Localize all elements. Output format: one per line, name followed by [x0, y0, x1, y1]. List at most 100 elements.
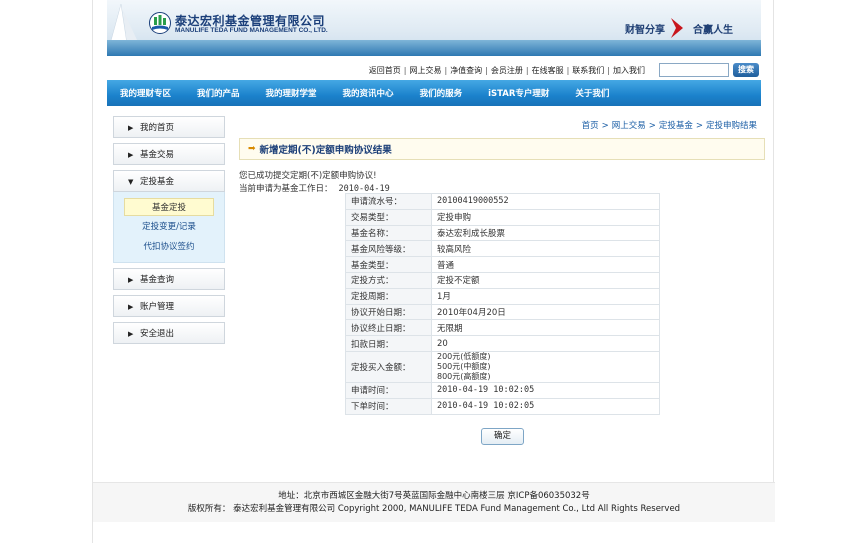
slogan-left: 财智分享	[625, 24, 665, 36]
sidebar-item-home[interactable]: ▶ 我的首页	[113, 116, 225, 138]
arrow-right-icon: ➡	[248, 144, 256, 154]
triangle-right-icon: ▶	[128, 303, 134, 311]
nav-services[interactable]: 我们的服务	[407, 87, 476, 99]
toplink-online-service[interactable]: 在线客服	[532, 66, 564, 75]
banner-wave	[107, 40, 761, 56]
row-key: 基金名称：	[345, 224, 432, 242]
top-links-bar: 返回首页 | 网上交易 | 净值查询 | 会员注册 | 在线客服 | 联系我们 | 加入我们 搜索	[107, 62, 761, 78]
footer: 地址：北京市西城区金融大街7号英蓝国际金融中心南楼三层 京ICP备0603503…	[93, 482, 775, 522]
table-row: 定投方式： 定投不定额	[345, 271, 660, 289]
row-value: 2010年04月20日	[431, 303, 660, 321]
toplink-contact[interactable]: 联系我们	[572, 66, 604, 75]
breadcrumb: 首页 > 网上交易 > 定投基金 > 定投申购结果	[581, 121, 757, 131]
table-row: 协议开始日期： 2010年04月20日	[345, 303, 660, 321]
triangle-right-icon: ▶	[128, 151, 134, 159]
breadcrumb-fixed-investment[interactable]: 定投基金	[659, 121, 693, 131]
triangle-right-icon: ▶	[128, 124, 134, 132]
sidebar-item-account[interactable]: ▶ 账户管理	[113, 295, 225, 317]
sidebar-item-label: 账户管理	[140, 302, 175, 312]
row-key: 定投买入金额：	[345, 350, 432, 383]
row-value: 定投申购	[431, 208, 660, 226]
sidebar-item-fund-trade[interactable]: ▶ 基金交易	[113, 143, 225, 165]
row-key: 申请时间：	[345, 381, 432, 399]
row-key: 基金类型：	[345, 256, 432, 273]
nav-istar[interactable]: iSTAR专户理财	[475, 87, 562, 99]
submenu-debit-agreement[interactable]: 代扣协议签约	[124, 238, 214, 256]
row-value: 泰达宏利成长股票	[431, 224, 660, 242]
chevron-right-icon	[671, 18, 683, 38]
nav-products[interactable]: 我们的产品	[184, 87, 253, 99]
success-message: 您已成功提交定期(不)定额申购协议!	[239, 171, 377, 181]
row-value: 定投不定额	[431, 271, 660, 289]
submenu-change-records[interactable]: 定投变更/记录	[124, 218, 214, 236]
table-row: 定投周期： 1月	[345, 287, 660, 305]
company-name-en: MANULIFE TEDA FUND MANAGEMENT CO., LTD.	[175, 27, 328, 34]
row-value: 较高风险	[431, 240, 660, 258]
sidebar-item-label: 我的首页	[140, 123, 175, 133]
triangle-right-icon: ▶	[128, 276, 134, 284]
row-key: 申请流水号：	[345, 193, 432, 210]
top-links: 返回首页 | 网上交易 | 净值查询 | 会员注册 | 在线客服 | 联系我们 | 加入我们	[368, 66, 645, 75]
nav-info-center[interactable]: 我的资讯中心	[330, 87, 407, 99]
breadcrumb-home[interactable]: 首页	[582, 121, 599, 131]
page-title: 新增定期(不)定额申购协议结果	[259, 145, 392, 156]
row-value: 无限期	[431, 319, 660, 337]
row-key: 定投周期：	[345, 287, 432, 305]
triangle-right-icon: ▶	[128, 330, 134, 338]
sidebar-item-logout[interactable]: ▶ 安全退出	[113, 322, 225, 344]
amount-high: 800元(高额度)	[437, 371, 491, 381]
page-container: 泰达宏利基金管理有限公司 MANULIFE TEDA FUND MANAGEME…	[92, 0, 775, 543]
breadcrumb-current[interactable]: 定投申购结果	[706, 121, 757, 131]
table-row: 交易类型： 定投申购	[345, 208, 660, 226]
main-nav: 我的理财专区 我们的产品 我的理财学堂 我的资讯中心 我们的服务 iSTAR专户…	[107, 80, 761, 106]
submenu-fund-fixed-investment[interactable]: 基金定投	[124, 198, 214, 216]
left-margin	[0, 0, 92, 543]
bottom-strip	[93, 522, 775, 543]
table-row: 基金风险等级： 较高风险	[345, 240, 660, 258]
row-value: 2010-04-19 10:02:05	[431, 397, 660, 415]
footer-address: 地址：北京市西城区金融大街7号英蓝国际金融中心南楼三层 京ICP备0603503…	[278, 491, 590, 501]
table-row: 定投买入金额： 200元(低额度) 500元(中额度) 800元(高额度)	[345, 350, 660, 383]
row-value: 普通	[431, 256, 660, 273]
result-table: 申请流水号： 20100419000552 交易类型： 定投申购 基金名称： 泰达宏利…	[345, 193, 660, 415]
search-input[interactable]	[659, 63, 729, 77]
confirm-button[interactable]: 确定	[481, 428, 524, 445]
sidebar-item-fixed-investment[interactable]: ▼ 定投基金	[113, 170, 225, 192]
amount-mid: 500元(中额度)	[437, 361, 491, 371]
sidebar-submenu: 基金定投 定投变更/记录 代扣协议签约	[113, 192, 225, 263]
search-button[interactable]: 搜索	[733, 63, 759, 77]
row-value: 200元(低额度) 500元(中额度) 800元(高额度)	[431, 350, 660, 383]
nav-about-us[interactable]: 关于我们	[562, 87, 622, 99]
amount-low: 200元(低额度)	[437, 351, 491, 361]
sidebar-item-label: 安全退出	[140, 329, 175, 339]
sidebar-item-label: 定投基金	[140, 177, 175, 187]
row-key: 协议终止日期：	[345, 319, 432, 337]
slogan: 财智分享 合赢人生	[625, 16, 733, 40]
row-value: 20100419000552	[431, 193, 660, 210]
toplink-register[interactable]: 会员注册	[491, 66, 523, 75]
workday-label: 当前申请为基金工作日：	[239, 184, 333, 194]
row-value: 1月	[431, 287, 660, 305]
table-row: 申请时间： 2010-04-19 10:02:05	[345, 381, 660, 399]
section-title-bar: ➡ 新增定期(不)定额申购协议结果	[239, 138, 765, 160]
company-logo-icon	[149, 12, 171, 34]
row-value: 2010-04-19 10:02:05	[431, 381, 660, 399]
breadcrumb-online-trade[interactable]: 网上交易	[612, 121, 646, 131]
table-row: 协议终止日期： 无限期	[345, 319, 660, 337]
nav-finance-school[interactable]: 我的理财学堂	[253, 87, 330, 99]
row-key: 协议开始日期：	[345, 303, 432, 321]
slogan-right: 合赢人生	[693, 24, 733, 36]
sidebar-item-fund-query[interactable]: ▶ 基金查询	[113, 268, 225, 290]
row-key: 交易类型：	[345, 208, 432, 226]
toplink-join-us[interactable]: 加入我们	[613, 66, 645, 75]
toplink-online-trade[interactable]: 网上交易	[409, 66, 441, 75]
sidebar: ▶ 我的首页 ▶ 基金交易 ▼ 定投基金 基金定投 定投变更/记录 代扣协议签约…	[113, 116, 225, 349]
footer-copyright: 版权所有： 泰达宏利基金管理有限公司 Copyright 2000, MANUL…	[187, 504, 681, 514]
table-row: 申请流水号： 20100419000552	[345, 193, 660, 210]
row-value: 20	[431, 335, 660, 352]
toplink-nav-query[interactable]: 净值查询	[450, 66, 482, 75]
nav-my-finance[interactable]: 我的理财专区	[107, 87, 184, 99]
toplink-home[interactable]: 返回首页	[369, 66, 401, 75]
table-row: 基金名称： 泰达宏利成长股票	[345, 224, 660, 242]
row-key: 定投方式：	[345, 271, 432, 289]
